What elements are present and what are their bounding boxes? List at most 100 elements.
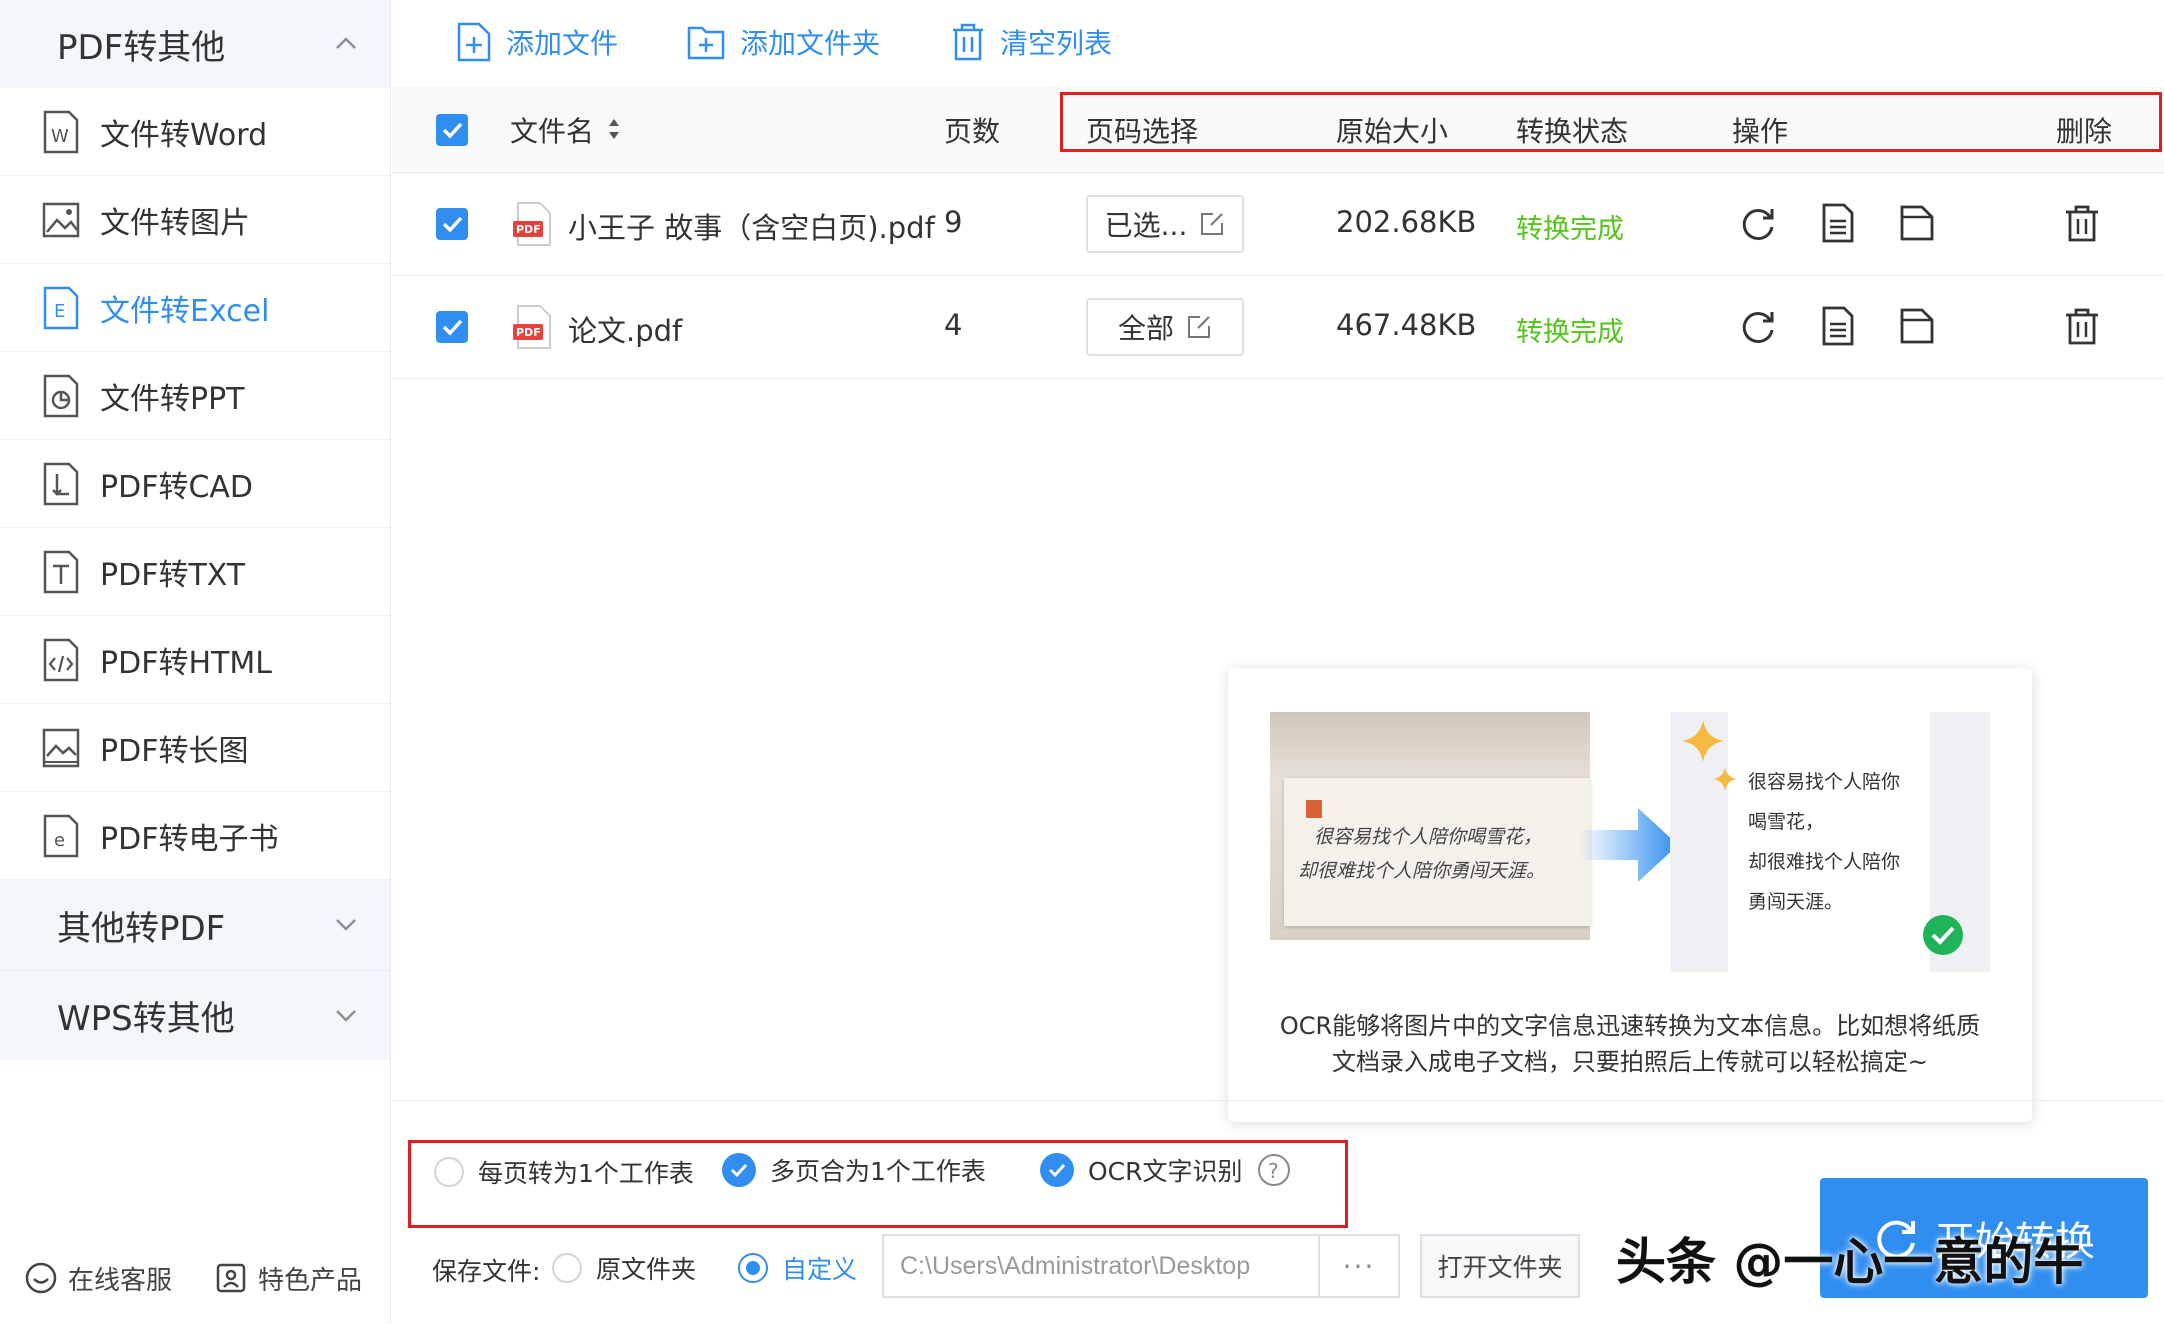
recognized-line: 却很难找个人陪你	[1748, 851, 1901, 873]
table-header: 文件名 页数 页码选择 原始大小 转换状态 操作 删除	[392, 86, 2164, 173]
divider	[392, 1100, 2164, 1101]
trash-icon	[953, 23, 983, 61]
page-select-button[interactable]: 全部	[1086, 298, 1244, 356]
ocr-tooltip-popup: 很容易找个人陪你喝雪花， 却很难找个人陪你勇闯天涯。 很容易找个人陪你 喝雪花，…	[1228, 668, 2032, 1122]
open-document-icon[interactable]	[1818, 306, 1858, 346]
merge-sheet-option[interactable]: 多页合为1个工作表	[722, 1152, 986, 1188]
header-page-select: 页码选择	[1086, 115, 1199, 148]
sidebar-item-word[interactable]: W 文件转Word	[0, 88, 390, 176]
reconvert-icon[interactable]	[1738, 306, 1778, 346]
sparkle-icon	[1682, 720, 1724, 762]
sidebar-item-ppt[interactable]: 文件转PPT	[0, 352, 390, 440]
open-folder-button[interactable]: 打开文件夹	[1420, 1234, 1580, 1298]
delete-icon[interactable]	[2062, 203, 2102, 243]
group-pdf-to-other[interactable]: PDF转其他	[0, 0, 390, 88]
sidebar-item-cad[interactable]: PDF转CAD	[0, 440, 390, 528]
clear-list-label: 清空列表	[1000, 27, 1113, 60]
row-checkbox[interactable]	[436, 311, 468, 343]
product-icon	[216, 1263, 246, 1293]
page-select-button[interactable]: 已选...	[1086, 195, 1244, 253]
ocr-before-image: 很容易找个人陪你喝雪花， 却很难找个人陪你勇闯天涯。	[1270, 712, 1590, 940]
save-file-label: 保存文件:	[432, 1257, 541, 1286]
file-name: 论文.pdf	[568, 314, 683, 348]
handwritten-line: 却很难找个人陪你勇闯天涯。	[1298, 860, 1546, 882]
watermark-text: 头条 @一心一意的牛	[1616, 1233, 2084, 1291]
clear-list-button[interactable]: 清空列表	[950, 18, 1112, 66]
html-icon	[43, 638, 79, 682]
file-size: 202.68KB	[1336, 205, 1477, 239]
txt-icon	[43, 550, 79, 594]
recognized-line: 很容易找个人陪你	[1748, 771, 1901, 793]
sidebar-item-label: 文件转Word	[100, 117, 268, 153]
row-checkbox[interactable]	[436, 208, 468, 240]
word-icon: W	[43, 110, 79, 154]
sidebar: PDF转其他 W 文件转Word 文件转图片 E 文件转Excel 文件转PPT…	[0, 0, 391, 1324]
option-label: 多页合为1个工作表	[770, 1157, 986, 1186]
file-name: 小王子 故事（含空白页).pdf	[568, 211, 935, 245]
featured-products-button[interactable]: 特色产品	[214, 1255, 362, 1301]
check-circle-icon[interactable]	[1040, 1153, 1074, 1187]
sidebar-item-image[interactable]: 文件转图片	[0, 176, 390, 264]
check-icon	[442, 122, 463, 139]
add-file-label: 添加文件	[506, 27, 619, 60]
svg-text:PDF: PDF	[516, 223, 541, 236]
svg-text:?: ?	[1268, 1159, 1279, 1183]
header-filename: 文件名	[510, 115, 595, 148]
save-path-input[interactable]	[882, 1234, 1318, 1298]
add-file-icon	[457, 22, 491, 62]
group-other-to-pdf[interactable]: 其他转PDF	[0, 880, 390, 970]
header-status: 转换状态	[1516, 115, 1629, 148]
sort-icon[interactable]	[606, 116, 622, 142]
option-label: OCR文字识别	[1088, 1157, 1243, 1186]
online-service-button[interactable]: 在线客服	[24, 1255, 172, 1301]
open-folder-icon[interactable]	[1898, 203, 1938, 243]
sparkle-icon	[1713, 767, 1737, 791]
table-row: PDF 论文.pdf 4 全部 467.48KB 转换完成	[392, 276, 2164, 379]
ocr-option[interactable]: OCR文字识别 ?	[1040, 1152, 1291, 1188]
sidebar-item-long-image[interactable]: PDF转长图	[0, 704, 390, 792]
group-wps-to-other[interactable]: WPS转其他	[0, 970, 390, 1060]
delete-icon[interactable]	[2062, 306, 2102, 346]
select-all-checkbox[interactable]	[436, 114, 468, 146]
help-icon[interactable]: ?	[1257, 1153, 1291, 1187]
featured-products-label: 特色产品	[258, 1265, 363, 1296]
browse-button[interactable]: ···	[1318, 1234, 1400, 1298]
ocr-description-line: OCR能够将图片中的文字信息迅速转换为文本信息。比如想将纸质	[1279, 1012, 1981, 1040]
sidebar-item-label: 文件转图片	[100, 205, 250, 241]
save-custom-option[interactable]: 自定义	[738, 1250, 857, 1286]
per-page-sheet-option[interactable]: 每页转为1个工作表	[434, 1154, 694, 1190]
sidebar-item-txt[interactable]: PDF转TXT	[0, 528, 390, 616]
header-size: 原始大小	[1336, 115, 1449, 148]
sidebar-item-ebook[interactable]: e PDF转电子书	[0, 792, 390, 880]
recognized-line: 勇闯天涯。	[1748, 891, 1844, 913]
add-folder-label: 添加文件夹	[740, 27, 881, 60]
svg-text:W: W	[51, 126, 69, 147]
radio-button[interactable]	[434, 1157, 464, 1187]
edit-icon	[1201, 213, 1224, 235]
chevron-down-icon	[336, 919, 356, 931]
page-select-label: 已选...	[1104, 209, 1188, 242]
add-folder-button[interactable]: 添加文件夹	[686, 18, 880, 66]
open-document-icon[interactable]	[1818, 203, 1858, 243]
excel-icon: E	[43, 286, 79, 330]
reconvert-icon[interactable]	[1738, 203, 1778, 243]
add-file-button[interactable]: 添加文件	[456, 18, 618, 66]
sidebar-item-excel[interactable]: E 文件转Excel	[0, 264, 390, 352]
sidebar-item-html[interactable]: PDF转HTML	[0, 616, 390, 704]
convert-status: 转换完成	[1516, 317, 1624, 348]
save-original-option[interactable]: 原文件夹	[552, 1250, 696, 1286]
radio-button[interactable]	[552, 1253, 582, 1283]
sidebar-item-label: 文件转Excel	[100, 293, 270, 329]
handwritten-paper: 很容易找个人陪你喝雪花， 却很难找个人陪你勇闯天涯。	[1284, 778, 1590, 926]
radio-button[interactable]	[738, 1253, 768, 1283]
check-circle-icon[interactable]	[722, 1153, 756, 1187]
recognized-text: 很容易找个人陪你 喝雪花， 却很难找个人陪你 勇闯天涯。	[1748, 762, 1900, 922]
svg-text:e: e	[54, 830, 65, 851]
ocr-description: OCR能够将图片中的文字信息迅速转换为文本信息。比如想将纸质 文档录入成电子文档…	[1228, 1008, 2032, 1080]
pdf-file-icon: PDF	[513, 305, 551, 349]
seal-stamp	[1306, 800, 1322, 818]
add-folder-icon	[687, 26, 725, 60]
header-pages: 页数	[944, 115, 1001, 148]
open-folder-icon[interactable]	[1898, 306, 1938, 346]
file-size: 467.48KB	[1336, 308, 1477, 342]
